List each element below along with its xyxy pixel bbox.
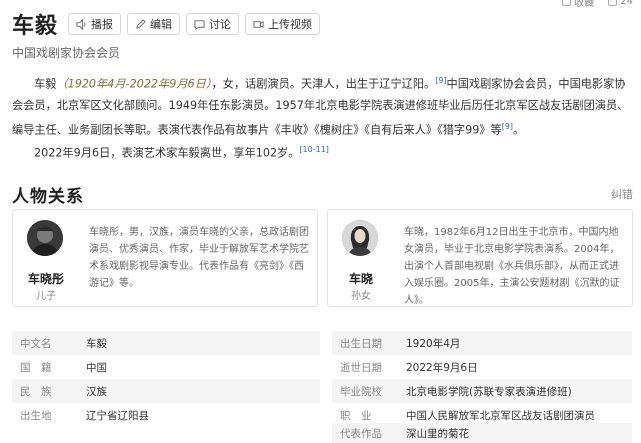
info-row: 毕业院校 北京电影学院(苏联专家表演进修班)	[332, 379, 632, 403]
discuss-button[interactable]: 讨论	[186, 13, 240, 35]
chat-icon	[194, 19, 205, 30]
entry-header: 车毅 播报 编辑 讨论 上传视频	[12, 8, 321, 40]
summary-text-3: 。	[513, 123, 525, 137]
edit-button[interactable]: 编辑	[127, 13, 181, 35]
person-description: 车晓，1982年6月12日出生于北京市，中国内地女演员，毕业于北京电影学院表演系…	[404, 227, 620, 306]
info-row: 逝世日期 2022年9月6日	[332, 355, 632, 379]
info-label: 国 籍	[20, 361, 52, 374]
info-row: 出生日期 1920年4月	[332, 331, 632, 355]
person-name: 车晓彤	[27, 272, 64, 286]
person-name: 车晓	[348, 272, 373, 286]
info-value: 车毅	[86, 337, 107, 350]
entry-subtitle: 中国戏剧家协会会员	[12, 46, 121, 60]
info-value: 中国人民解放军北京军区战友话剧团演员	[406, 409, 595, 422]
summary-paragraph: 车毅（1920年4月-2022年9月6日），女，话剧演员。天津人，出生于辽宁辽阳…	[12, 70, 630, 140]
summary-name: 车毅	[34, 77, 57, 91]
info-label: 毕业院校	[340, 385, 382, 398]
info-label: 代表作品	[340, 427, 382, 440]
edit-label: 编辑	[150, 18, 173, 31]
video-icon	[253, 20, 264, 28]
info-row: 代表作品 深山里的菊花	[332, 423, 632, 443]
top-toolbar: 收藏 24	[562, 0, 633, 9]
action-bar: 播报 编辑 讨论 上传视频	[68, 13, 321, 35]
summary-text-4: 2022年9月6日，表演艺术家车毅离世，享年102岁。	[34, 146, 300, 160]
info-row: 中文名 车毅	[12, 331, 320, 355]
avatar	[342, 220, 378, 256]
info-label: 职 业	[340, 409, 372, 422]
collect-label: 收藏	[574, 0, 595, 9]
info-value: 1920年4月	[406, 337, 461, 350]
person-relation: 儿子	[36, 291, 56, 302]
info-value: 辽宁省辽阳县	[86, 409, 149, 422]
info-value: 深山里的菊花	[406, 427, 469, 440]
info-row: 国 籍 中国	[12, 355, 320, 379]
info-label: 出生日期	[340, 337, 382, 350]
info-label: 中文名	[20, 337, 52, 350]
info-row: 民 族 汉族	[12, 379, 320, 403]
section-title-relations: 人物关系	[12, 187, 84, 207]
correct-link[interactable]: 纠错	[611, 186, 633, 202]
info-label: 民 族	[20, 385, 52, 398]
relation-card[interactable]: 车晓彤 儿子 车晓彤，男，汉族，演员车晓的父亲，总政话剧团演员、优秀演员、作家，…	[12, 209, 318, 307]
reference-link[interactable]: [10-11]	[299, 145, 329, 154]
relation-card[interactable]: 车晓 孙女 车晓，1982年6月12日出生于北京市，中国内地女演员，毕业于北京电…	[327, 209, 633, 307]
discuss-label: 讨论	[209, 18, 232, 31]
edit-icon	[136, 18, 146, 29]
avatar	[27, 220, 63, 256]
summary-text-1: ，女，话剧演员。天津人，出生于辽宁辽阳。	[211, 77, 436, 91]
summary-dates: （1920年4月-2022年9月6日）	[56, 77, 212, 91]
info-value: 北京电影学院(苏联专家表演进修班)	[406, 385, 572, 398]
info-value: 中国	[86, 361, 107, 374]
broadcast-label: 播报	[91, 18, 114, 31]
upload-video-button[interactable]: 上传视频	[245, 13, 321, 35]
info-value: 2022年9月6日	[406, 361, 478, 374]
speaker-icon	[76, 18, 86, 30]
reference-link[interactable]: [9]	[435, 76, 446, 85]
like-button[interactable]: 24	[608, 0, 633, 9]
collect-button[interactable]: 收藏	[562, 0, 594, 9]
like-count: 24	[620, 0, 633, 7]
person-description: 车晓彤，男，汉族，演员车晓的父亲，总政话剧团演员、优秀演员、作家，毕业于解放军艺…	[89, 227, 309, 289]
reference-link[interactable]: [9]	[502, 122, 513, 131]
summary-paragraph-2: 2022年9月6日，表演艺术家车毅离世，享年102岁。[10-11]	[12, 141, 630, 163]
info-label: 逝世日期	[340, 361, 382, 374]
page-title: 车毅	[12, 14, 59, 39]
info-row: 出生地 辽宁省辽阳县	[12, 403, 320, 427]
thumb-up-icon	[608, 0, 618, 6]
upload-video-label: 上传视频	[268, 18, 313, 31]
person-relation: 孙女	[351, 291, 371, 302]
info-label: 出生地	[20, 409, 52, 422]
star-icon	[562, 0, 572, 6]
broadcast-button[interactable]: 播报	[68, 13, 122, 35]
info-value: 汉族	[86, 385, 107, 398]
